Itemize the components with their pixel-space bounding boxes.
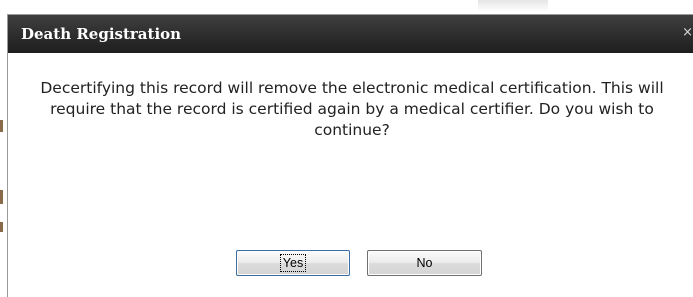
confirm-dialog: Death Registration × Decertifying this r… xyxy=(8,15,693,297)
close-icon[interactable]: × xyxy=(679,23,693,43)
background-edge-mark xyxy=(0,120,3,132)
background-edge-mark xyxy=(0,190,3,204)
background-edge-mark xyxy=(0,222,3,232)
no-button-label: No xyxy=(416,256,433,270)
dialog-titlebar[interactable]: Death Registration × xyxy=(8,15,693,53)
dialog-title: Death Registration xyxy=(21,25,182,43)
yes-button[interactable]: Yes xyxy=(236,250,350,276)
dialog-message: Decertifying this record will remove the… xyxy=(40,79,664,139)
background-smudge xyxy=(478,0,548,12)
no-button[interactable]: No xyxy=(367,250,482,276)
yes-button-label: Yes xyxy=(279,254,307,272)
